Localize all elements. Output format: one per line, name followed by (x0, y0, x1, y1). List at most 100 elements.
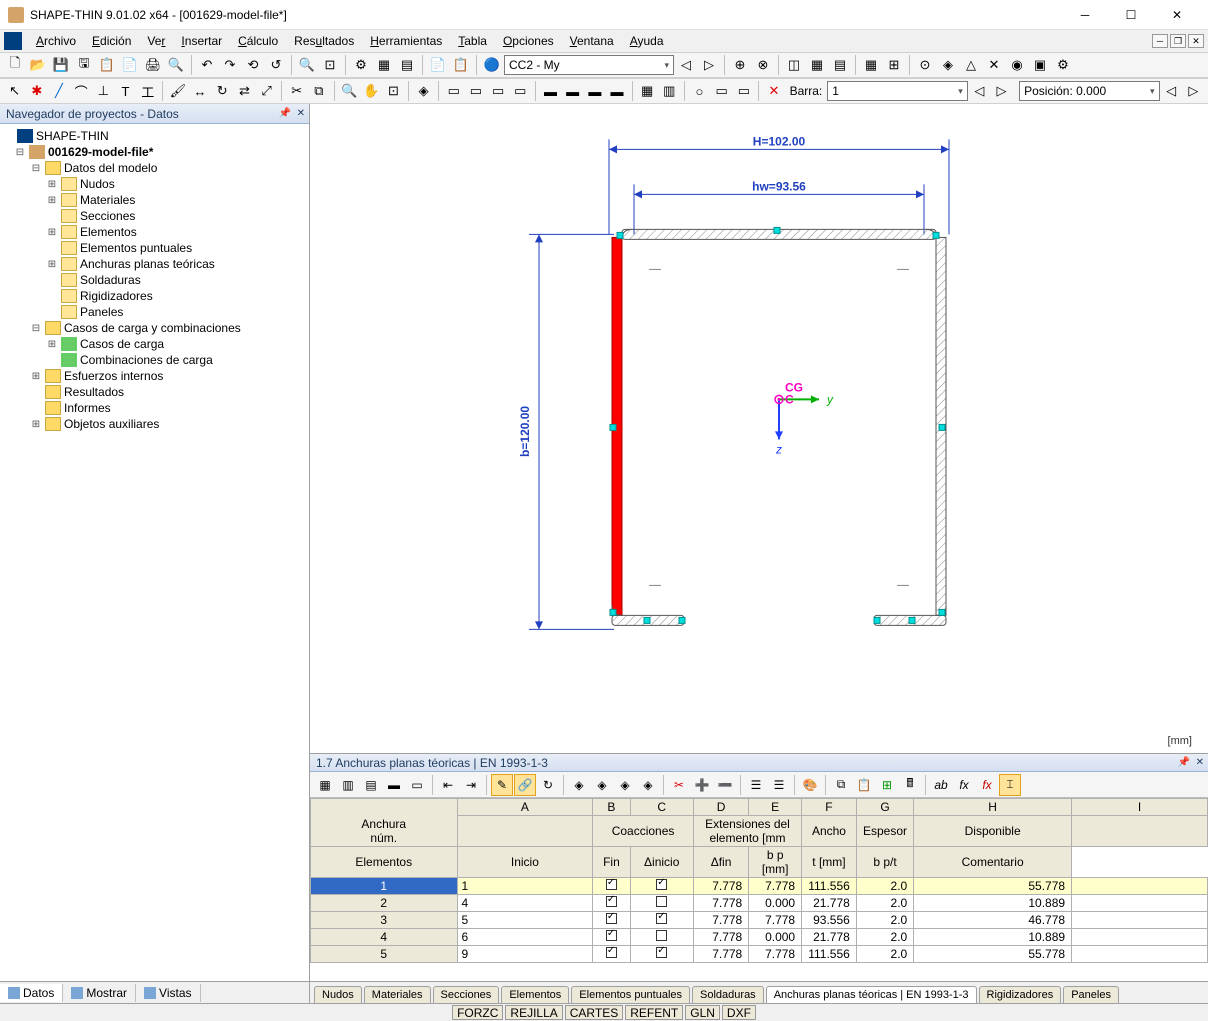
table-row[interactable]: 597.7787.778111.5562.055.778 (311, 946, 1208, 963)
new-icon[interactable]: 🗋 (4, 54, 26, 76)
bottom-tab[interactable]: Paneles (1063, 986, 1119, 1003)
bottom-tab[interactable]: Elementos (501, 986, 569, 1003)
checkbox[interactable] (606, 879, 617, 890)
tree-root[interactable]: SHAPE-THIN (36, 129, 109, 143)
checkbox[interactable] (656, 879, 667, 890)
y1-icon[interactable]: ○ (689, 80, 710, 102)
tt-fx2-icon[interactable]: fx (953, 774, 975, 796)
tree-model[interactable]: 001629-model-file* (48, 145, 153, 159)
snap6-icon[interactable]: ▣ (1029, 54, 1051, 76)
mdi-min[interactable]: ─ (1152, 34, 1168, 48)
checkbox[interactable] (656, 947, 667, 958)
pin-icon[interactable]: 📌 (279, 108, 291, 119)
undo-icon[interactable]: ↶ (196, 54, 218, 76)
refresh-icon[interactable]: ⟲ (242, 54, 264, 76)
checkbox[interactable] (656, 913, 667, 924)
checkbox[interactable] (656, 896, 667, 907)
tt-fx1-icon[interactable]: ab (930, 774, 952, 796)
snap2-icon[interactable]: ◈ (937, 54, 959, 76)
calc-icon[interactable]: ⚙ (350, 54, 372, 76)
menu-insertar[interactable]: Insertar (173, 32, 230, 50)
project-tree[interactable]: SHAPE-THIN ⊟001629-model-file* ⊟Datos de… (0, 124, 309, 981)
tool-b3-icon[interactable]: ▤ (829, 54, 851, 76)
menu-calculo[interactable]: Cálculo (230, 32, 286, 50)
minimize-button[interactable]: ─ (1062, 0, 1108, 30)
tt-4-icon[interactable]: ▬ (383, 774, 405, 796)
report1-icon[interactable]: 📄 (427, 54, 449, 76)
snap5-icon[interactable]: ◉ (1006, 54, 1028, 76)
tt-color-icon[interactable]: 🎨 (799, 774, 821, 796)
loadcase-combo[interactable]: CC2 - My (504, 55, 674, 75)
tree-esfuerzos[interactable]: Esfuerzos internos (64, 369, 163, 383)
tt-a-icon[interactable]: ◈ (568, 774, 590, 796)
bottom-tab[interactable]: Nudos (314, 986, 362, 1003)
tool-b1-icon[interactable]: ◫ (783, 54, 805, 76)
copy-icon[interactable]: 📋 (96, 54, 118, 76)
data-table[interactable]: Anchuranúm. A B C D E F G H I Coacciones… (310, 798, 1208, 963)
checkbox[interactable] (606, 947, 617, 958)
paint-icon[interactable]: 🖌 (167, 80, 188, 102)
tt-d-icon[interactable]: ◈ (637, 774, 659, 796)
checkbox[interactable] (606, 930, 617, 941)
tree-objaux[interactable]: Objetos auxiliares (64, 417, 159, 431)
menu-ventana[interactable]: Ventana (562, 32, 622, 50)
viewiso-icon[interactable]: ◈ (413, 80, 434, 102)
tree-soldaduras[interactable]: Soldaduras (80, 273, 141, 287)
grid1-icon[interactable]: ▦ (373, 54, 395, 76)
menu-edicion[interactable]: Edición (84, 32, 139, 50)
table-row[interactable]: 357.7787.77893.5562.046.778 (311, 912, 1208, 929)
barra-next-icon[interactable]: ▷ (991, 80, 1012, 102)
next-lc-icon[interactable]: ▷ (698, 54, 720, 76)
tree-resultados[interactable]: Resultados (64, 385, 124, 399)
tree-nudos[interactable]: Nudos (80, 177, 115, 191)
menu-archivo[interactable]: Archivo (28, 32, 84, 50)
close-button[interactable]: ✕ (1154, 0, 1200, 30)
tree-casos-comb[interactable]: Casos de carga y combinaciones (64, 321, 241, 335)
pan-icon[interactable]: ✋ (361, 80, 382, 102)
status-cell[interactable]: DXF (722, 1005, 756, 1020)
open-icon[interactable]: 📂 (27, 54, 49, 76)
pos-prev-icon[interactable]: ◁ (1161, 80, 1182, 102)
barra-combo[interactable]: 1 (827, 81, 967, 101)
print-icon[interactable]: 🖨 (142, 54, 164, 76)
navtab-datos[interactable]: Datos (0, 984, 63, 1002)
node-icon[interactable]: ✱ (26, 80, 47, 102)
zoomfit-icon[interactable]: ⊡ (319, 54, 341, 76)
drawing-viewport[interactable]: H=102.00 hw=93.56 b=120.00 (310, 104, 1208, 753)
tt-link-icon[interactable]: 🔗 (514, 774, 536, 796)
preview-icon[interactable]: 🔍 (165, 54, 187, 76)
saveall-icon[interactable]: 🖫 (73, 54, 95, 76)
table-grid-wrap[interactable]: Anchuranúm. A B C D E F G H I Coacciones… (310, 798, 1208, 981)
scale-icon[interactable]: ⤢ (256, 80, 277, 102)
zoomwin-icon[interactable]: 🔍 (338, 80, 359, 102)
mdi-restore[interactable]: ❐ (1170, 34, 1186, 48)
tt-row2-icon[interactable]: ☰ (768, 774, 790, 796)
tt-next-icon[interactable]: ⇥ (460, 774, 482, 796)
grid2-icon[interactable]: ▤ (396, 54, 418, 76)
tree-informes[interactable]: Informes (64, 401, 111, 415)
nav-close-icon[interactable]: ✕ (297, 108, 305, 119)
tt-cursor-icon[interactable]: ⌶ (999, 774, 1021, 796)
tool-a1-icon[interactable]: ⊕ (729, 54, 751, 76)
menu-ayuda[interactable]: Ayuda (622, 32, 672, 50)
tree-secciones[interactable]: Secciones (80, 209, 135, 223)
copy2-icon[interactable]: ⧉ (308, 80, 329, 102)
tree-anchuras[interactable]: Anchuras planas teóricas (80, 257, 215, 271)
tool-c2-icon[interactable]: ⊞ (883, 54, 905, 76)
v4-icon[interactable]: ▭ (510, 80, 531, 102)
tt-prev-icon[interactable]: ⇤ (437, 774, 459, 796)
paste-icon[interactable]: 📄 (119, 54, 141, 76)
navtab-vistas[interactable]: Vistas (136, 984, 200, 1002)
rotate-icon[interactable]: ↻ (212, 80, 233, 102)
menu-resultados[interactable]: Resultados (286, 32, 362, 50)
tt-rem-icon[interactable]: ➖ (714, 774, 736, 796)
save-icon[interactable]: 💾 (50, 54, 72, 76)
w2-icon[interactable]: ▬ (562, 80, 583, 102)
tt-5-icon[interactable]: ▭ (406, 774, 428, 796)
checkbox[interactable] (606, 913, 617, 924)
bottom-tab[interactable]: Elementos puntuales (571, 986, 690, 1003)
status-cell[interactable]: REJILLA (505, 1005, 562, 1020)
bottom-tab[interactable]: Soldaduras (692, 986, 764, 1003)
tree-rigidizadores[interactable]: Rigidizadores (80, 289, 153, 303)
bottom-tab[interactable]: Anchuras planas téoricas | EN 1993-1-3 (766, 986, 977, 1003)
